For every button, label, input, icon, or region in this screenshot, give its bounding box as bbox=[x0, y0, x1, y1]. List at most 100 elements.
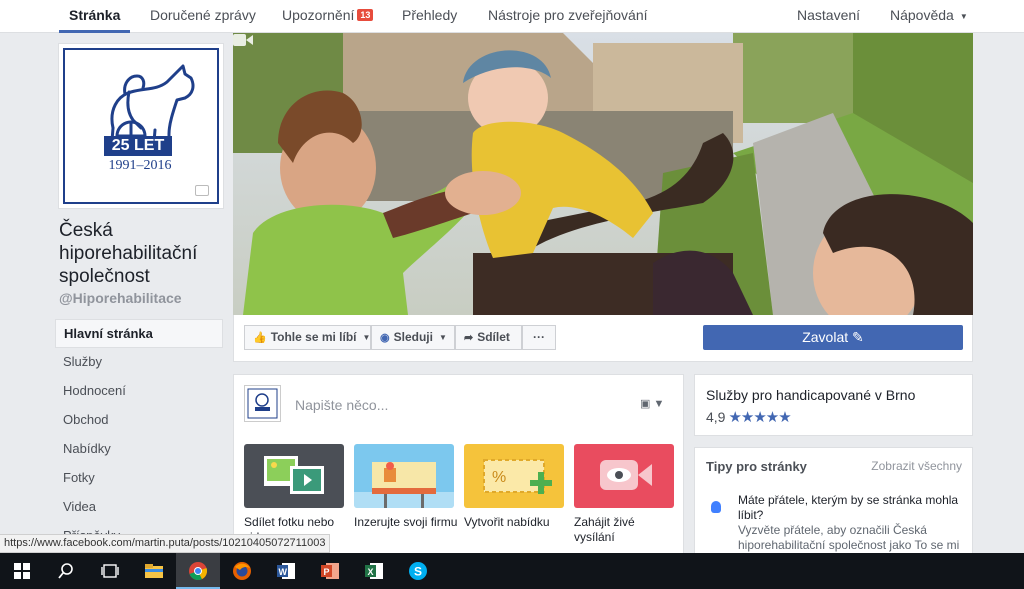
powerpoint-icon: P bbox=[321, 563, 339, 579]
composer-input[interactable]: Napište něco... bbox=[295, 397, 388, 413]
excel-button[interactable]: X bbox=[352, 553, 396, 589]
tile-go-live-label: Zahájit živé vysílání bbox=[574, 515, 635, 544]
powerpoint-button[interactable]: P bbox=[308, 553, 352, 589]
tile-create-offer-label: Vytvořit nabídku bbox=[464, 515, 550, 529]
help-label: Nápověda bbox=[890, 7, 954, 23]
svg-text:P: P bbox=[324, 567, 330, 577]
tab-settings[interactable]: Nastavení bbox=[797, 0, 860, 33]
page-tips-box: Tipy pro stránky Zobrazit všechny Máte p… bbox=[694, 447, 973, 567]
pencil-edit-icon[interactable]: ✎ bbox=[852, 329, 864, 345]
share-arrow-icon: ➦ bbox=[464, 332, 474, 344]
thumbs-up-icon: 👍 bbox=[253, 332, 267, 344]
windows-taskbar: W P X S bbox=[0, 553, 1024, 589]
like-button[interactable]: 👍 Tohle se mi líbí ▼ bbox=[244, 325, 371, 350]
sidebar-item-services[interactable]: Služby bbox=[55, 348, 223, 377]
tab-help[interactable]: Nápověda ▼ bbox=[890, 0, 968, 33]
page-admin-nav: Stránka Doručené zprávy Upozornění 13 Pře… bbox=[0, 0, 1024, 33]
firefox-icon bbox=[233, 562, 251, 580]
tab-publishing-tools[interactable]: Nástroje pro zveřejňování bbox=[488, 0, 648, 33]
tip-question: Máte přátele, kterým by se stránka mohla… bbox=[738, 493, 959, 522]
sidebar-item-home[interactable]: Hlavní stránka bbox=[55, 319, 223, 348]
sidebar-item-offers[interactable]: Nabídky bbox=[55, 435, 223, 464]
page-action-bar: 👍 Tohle se mi líbí ▼ ◉ Sleduji ▼ ➦ Sdílet ···… bbox=[233, 315, 973, 362]
sidebar-item-photos[interactable]: Fotky bbox=[55, 464, 223, 493]
caret-down-icon: ▼ bbox=[959, 12, 968, 21]
rating-value: 4,9 bbox=[706, 409, 726, 425]
update-photo-camera-icon[interactable] bbox=[195, 185, 209, 196]
photo-video-icon bbox=[264, 456, 324, 494]
sidebar-item-videos[interactable]: Videa bbox=[55, 493, 223, 522]
chrome-button[interactable] bbox=[176, 553, 220, 589]
mini-logo-icon bbox=[247, 388, 278, 419]
windows-logo-icon bbox=[14, 563, 30, 579]
horse-rider-logo-icon bbox=[109, 64, 195, 156]
lightbulb-icon bbox=[711, 501, 721, 513]
skype-icon: S bbox=[409, 562, 427, 580]
cover-video-camera-icon[interactable] bbox=[233, 33, 253, 47]
page-title: Česká hiporehabilitační společnost bbox=[59, 220, 198, 287]
notifications-count-badge: 13 bbox=[357, 9, 374, 21]
tile-go-live[interactable] bbox=[574, 444, 674, 508]
task-view-button[interactable] bbox=[88, 553, 132, 589]
task-view-icon bbox=[101, 564, 119, 578]
logo-25-years-label: 25 LET bbox=[104, 136, 172, 156]
skype-button[interactable]: S bbox=[396, 553, 440, 589]
svg-text:W: W bbox=[279, 567, 288, 577]
caret-down-icon: ▼ bbox=[653, 398, 665, 410]
caret-down-icon: ▼ bbox=[362, 333, 371, 342]
rss-icon: ◉ bbox=[380, 332, 390, 344]
tab-notifications[interactable]: Upozornění 13 bbox=[282, 0, 374, 33]
call-button[interactable]: Zavolat ✎ bbox=[703, 325, 963, 350]
follow-button[interactable]: ◉ Sleduji ▼ bbox=[371, 325, 455, 350]
composer-avatar bbox=[244, 385, 281, 422]
tab-notifications-label: Upozornění bbox=[282, 7, 355, 23]
rating-summary[interactable]: 4,9 ★★★★★ bbox=[706, 408, 792, 426]
tile-create-offer[interactable]: % bbox=[464, 444, 564, 508]
svg-text:S: S bbox=[414, 565, 422, 579]
excel-icon: X bbox=[365, 563, 383, 579]
taskbar-search-button[interactable] bbox=[44, 553, 88, 589]
logo-years-label: 1991–2016 bbox=[108, 158, 172, 173]
like-label: Tohle se mi líbí bbox=[270, 330, 357, 344]
about-box: Služby pro handicapované v Brno 4,9 ★★★★★ bbox=[694, 374, 973, 436]
page-category[interactable]: Služby pro handicapované v Brno bbox=[706, 387, 915, 403]
folder-icon bbox=[145, 564, 163, 578]
tab-inbox[interactable]: Doručené zprávy bbox=[150, 0, 256, 33]
coupon-plus-icon: % bbox=[483, 459, 552, 494]
more-options-button[interactable]: ··· bbox=[522, 325, 556, 350]
tile-advertise-label: Inzerujte svoji firmu bbox=[354, 515, 458, 529]
file-explorer-button[interactable] bbox=[132, 553, 176, 589]
svg-text:X: X bbox=[368, 567, 374, 577]
windows-start-button[interactable] bbox=[0, 553, 44, 589]
word-button[interactable]: W bbox=[264, 553, 308, 589]
caret-down-icon: ▼ bbox=[438, 333, 447, 342]
page-username[interactable]: @Hiporehabilitace bbox=[59, 290, 182, 306]
firefox-button[interactable] bbox=[220, 553, 264, 589]
follow-label: Sleduji bbox=[393, 330, 433, 344]
tab-page[interactable]: Stránka bbox=[59, 0, 131, 33]
call-label: Zavolat bbox=[802, 329, 849, 345]
tab-insights[interactable]: Přehledy bbox=[402, 0, 457, 33]
tile-share-photo[interactable] bbox=[244, 444, 344, 508]
share-label: Sdílet bbox=[477, 330, 510, 344]
chrome-icon bbox=[189, 562, 208, 581]
search-icon bbox=[58, 563, 73, 579]
word-icon: W bbox=[277, 563, 295, 579]
profile-picture[interactable]: 25 LET 1991–2016 bbox=[58, 43, 224, 209]
browser-status-url: https://www.facebook.com/martin.puta/pos… bbox=[0, 534, 331, 553]
live-video-camera-icon bbox=[600, 460, 652, 490]
cover-photo-illustration bbox=[233, 33, 973, 315]
page-tips-title: Tipy pro stránky bbox=[706, 459, 807, 474]
see-all-tips-link[interactable]: Zobrazit všechny bbox=[871, 459, 962, 473]
globe-icon: ▣ bbox=[640, 398, 651, 410]
share-button[interactable]: ➦ Sdílet bbox=[455, 325, 522, 350]
audience-selector[interactable]: ▣ ▼ bbox=[640, 397, 664, 410]
billboard-icon bbox=[354, 462, 454, 508]
sidebar-item-reviews[interactable]: Hodnocení bbox=[55, 377, 223, 406]
sidebar-item-shop[interactable]: Obchod bbox=[55, 406, 223, 435]
star-rating-icon: ★★★★★ bbox=[728, 409, 791, 426]
tile-advertise[interactable] bbox=[354, 444, 454, 508]
post-composer: Napište něco... ▣ ▼ Sdílet fotku nebo vi… bbox=[233, 374, 684, 554]
cover-photo[interactable] bbox=[233, 33, 973, 315]
svg-text:%: % bbox=[492, 469, 506, 486]
